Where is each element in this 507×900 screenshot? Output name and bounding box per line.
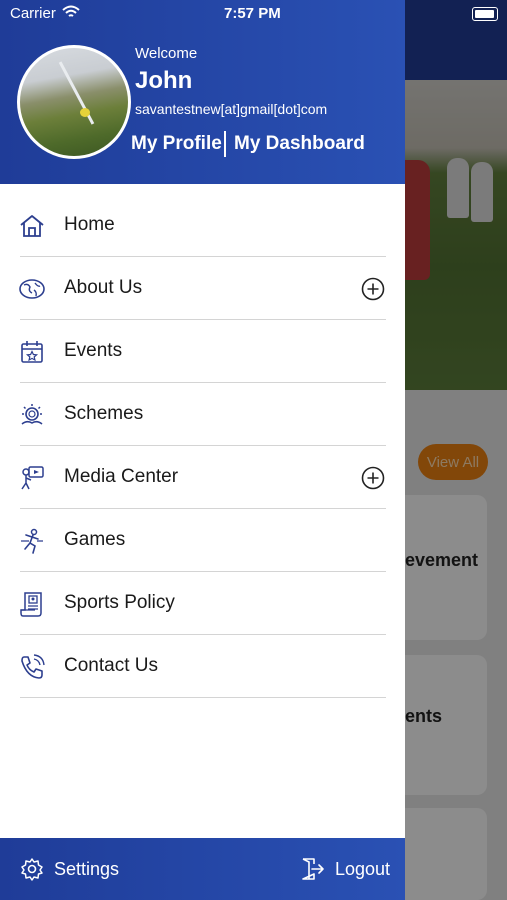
drawer-footer: Settings Logout bbox=[0, 838, 405, 900]
carrier-label: Carrier bbox=[10, 5, 56, 22]
status-bar: Carrier 7:57 PM bbox=[0, 0, 507, 30]
policy-document-icon bbox=[20, 592, 42, 617]
expand-plus-icon[interactable] bbox=[361, 277, 385, 301]
menu-item-home[interactable]: Home bbox=[0, 194, 405, 257]
menu-item-contact-us[interactable]: Contact Us bbox=[0, 635, 405, 698]
logout-icon[interactable] bbox=[300, 857, 326, 881]
drawer-menu: Home About Us Events Schemes Media Cente… bbox=[0, 194, 405, 698]
calendar-star-icon bbox=[21, 341, 43, 363]
menu-item-label: Contact Us bbox=[64, 655, 158, 676]
menu-item-label: About Us bbox=[64, 277, 143, 298]
menu-item-media-center[interactable]: Media Center bbox=[0, 446, 405, 509]
gear-icon[interactable] bbox=[20, 857, 44, 881]
drawer-overlay[interactable] bbox=[405, 0, 507, 900]
menu-item-schemes[interactable]: Schemes bbox=[0, 383, 405, 446]
wifi-icon bbox=[62, 5, 80, 17]
globe-icon bbox=[19, 279, 45, 299]
athlete-icon bbox=[21, 528, 43, 554]
phone-icon bbox=[21, 654, 45, 679]
menu-item-label: Games bbox=[64, 529, 126, 550]
menu-divider bbox=[20, 696, 386, 698]
welcome-label: Welcome bbox=[135, 45, 198, 62]
my-dashboard-link[interactable]: My Dashboard bbox=[234, 133, 365, 155]
battery-icon bbox=[472, 7, 498, 21]
my-profile-link[interactable]: My Profile bbox=[131, 133, 222, 155]
navigation-drawer: Welcome John savantestnew[at]gmail[dot]c… bbox=[0, 0, 405, 900]
username: John bbox=[135, 67, 193, 94]
menu-item-label: Sports Policy bbox=[64, 592, 175, 613]
menu-item-events[interactable]: Events bbox=[0, 320, 405, 383]
expand-plus-icon[interactable] bbox=[361, 466, 385, 490]
menu-item-sports-policy[interactable]: Sports Policy bbox=[0, 572, 405, 635]
home-icon bbox=[20, 215, 44, 237]
settings-button[interactable]: Settings bbox=[54, 859, 119, 880]
logout-button[interactable]: Logout bbox=[335, 859, 390, 880]
award-icon bbox=[21, 404, 43, 425]
media-icon bbox=[21, 466, 44, 490]
menu-item-about-us[interactable]: About Us bbox=[0, 257, 405, 320]
menu-item-label: Events bbox=[64, 340, 123, 361]
menu-item-label: Media Center bbox=[64, 466, 179, 487]
avatar[interactable] bbox=[17, 45, 131, 159]
menu-item-label: Schemes bbox=[64, 403, 144, 424]
status-time: 7:57 PM bbox=[224, 5, 281, 22]
user-email: savantestnew[at]gmail[dot]com bbox=[135, 101, 328, 117]
link-divider bbox=[224, 131, 226, 157]
menu-item-label: Home bbox=[64, 214, 115, 235]
avatar-photo-detail bbox=[80, 108, 90, 117]
menu-item-games[interactable]: Games bbox=[0, 509, 405, 572]
